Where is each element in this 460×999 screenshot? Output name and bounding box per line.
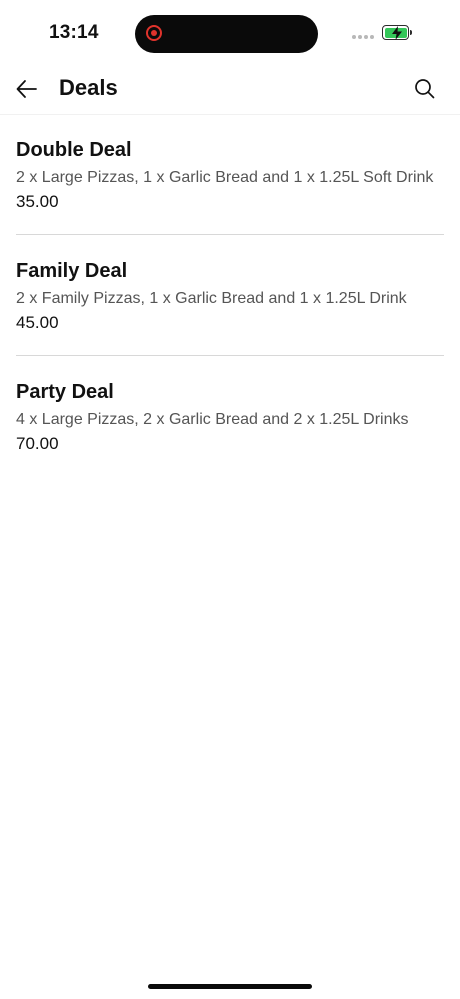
deal-description: 2 x Large Pizzas, 1 x Garlic Bread and 1… [16,169,434,186]
deal-price: 35.00 [16,192,59,211]
deal-name: Party Deal [16,381,114,403]
screen-recording-icon [146,25,162,41]
deal-item-family-deal[interactable]: Family Deal 2 x Family Pizzas, 1 x Garli… [16,235,444,356]
charging-bolt-icon [391,25,402,40]
status-time: 13:14 [49,22,99,43]
deal-item-party-deal[interactable]: Party Deal 4 x Large Pizzas, 2 x Garlic … [16,356,444,476]
battery-icon [382,25,409,40]
deal-description: 4 x Large Pizzas, 2 x Garlic Bread and 2… [16,411,409,428]
deal-item-double-deal[interactable]: Double Deal 2 x Large Pizzas, 1 x Garlic… [16,114,444,235]
signal-icon [352,35,374,39]
search-icon [415,79,435,99]
search-button[interactable] [412,76,438,102]
arrow-left-icon [16,80,37,98]
battery-cap [410,30,412,35]
deal-name: Family Deal [16,260,128,282]
back-button[interactable] [12,74,42,104]
page-title: Deals [59,75,118,100]
status-bar: 13:14 [0,0,460,66]
dynamic-island [135,15,318,53]
app-header: Deals [0,66,460,115]
deal-list: Double Deal 2 x Large Pizzas, 1 x Garlic… [16,114,444,476]
home-indicator[interactable] [148,984,312,989]
deal-price: 70.00 [16,434,59,453]
deal-name: Double Deal [16,139,132,161]
deal-price: 45.00 [16,313,59,332]
deal-description: 2 x Family Pizzas, 1 x Garlic Bread and … [16,290,407,307]
